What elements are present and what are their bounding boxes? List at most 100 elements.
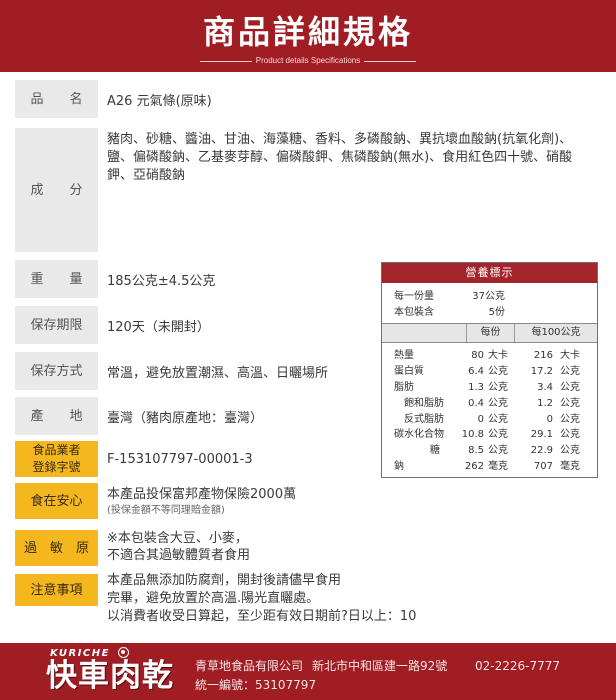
nutrition-row-fat: 脂肪 1.3 公克 3.4 公克 <box>382 380 597 396</box>
spec-value-name: A26 元氣條(原味) <box>107 93 212 109</box>
spec-label-origin: 產 地 <box>15 397 98 435</box>
serving-size-label: 每一份量 <box>394 291 434 302</box>
nutrition-row-protein: 蛋白質 6.4 公克 17.2 公克 <box>382 364 597 380</box>
nutrition-table: 營養標示 每一份量 37公克 本包裝含 5份 每份 每100公克 熱量 80 大… <box>381 262 598 478</box>
spec-value-storage: 常溫，避免放置潮濕、高溫、日曬場所 <box>107 365 329 381</box>
spec-label-notice: 注意事項 <box>15 574 98 606</box>
per-serving-value: 10.8 <box>461 429 484 440</box>
nutrition-title: 營養標示 <box>382 263 597 283</box>
per-100g-value: 3.4 <box>537 382 553 393</box>
per-100g-unit: 公克 <box>560 414 580 425</box>
spec-label-allergen: 過 敏 原 <box>15 530 98 566</box>
insurance-text: 本產品投保富邦產物保險2000萬 <box>107 487 297 502</box>
spec-row-name: 品 名 A26 元氣條(原味) <box>0 80 616 118</box>
per-100g-unit: 公克 <box>560 398 580 409</box>
subtitle-line-right <box>364 60 416 62</box>
subtitle-rule: Product details Specifications <box>200 55 416 67</box>
servings-label: 本包裝含 <box>394 307 434 318</box>
company-name: 青草地食品有限公司 <box>195 659 304 673</box>
nutrition-column-header: 每份 每100公克 <box>382 324 597 342</box>
spec-row-notice: 注意事項 本產品無添加防腐劑，開封後請儘早食用 完畢，避免放置於高溫.陽光直曬處… <box>0 573 616 624</box>
per-serving-value: 0 <box>477 414 484 425</box>
nutrition-divider <box>382 342 597 343</box>
per-100g-value: 216 <box>533 350 553 361</box>
nutrient-name: 飽和脂肪 <box>404 398 444 409</box>
per-serving-unit: 公克 <box>488 445 508 456</box>
per-serving-value: 8.5 <box>468 445 484 456</box>
per-100g-value: 17.2 <box>530 366 553 377</box>
nutrient-name: 熱量 <box>394 350 414 361</box>
per-100g-unit: 大卡 <box>560 350 580 361</box>
per-serving-unit: 公克 <box>488 366 508 377</box>
per-100g-unit: 公克 <box>560 429 580 440</box>
per-100g-value: 1.2 <box>537 398 553 409</box>
page-title: 商品詳細規格 <box>202 13 413 51</box>
per-serving-value: 0.4 <box>468 398 484 409</box>
serving-size-row: 每一份量 37公克 <box>382 289 597 305</box>
per-serving-unit: 大卡 <box>488 350 508 361</box>
per-serving-unit: 公克 <box>488 398 508 409</box>
nutrient-name: 糖 <box>430 445 440 456</box>
per-serving-value: 1.3 <box>468 382 484 393</box>
allergen-line: ※本包裝含大豆、小麥， <box>107 531 248 546</box>
per-100g-unit: 公克 <box>560 382 580 393</box>
nutrition-row-sodium: 鈉 262 毫克 707 毫克 <box>382 459 597 475</box>
notice-line: 本產品無添加防腐劑，開封後請儘早食用 <box>107 573 342 588</box>
spec-value-ingredients: 豬肉、砂糖、醬油、甘油、海藻糖、香料、多磷酸鈉、異抗壞血酸鈉(抗氧化劑)、鹽、偏… <box>107 132 573 183</box>
nutrient-name: 蛋白質 <box>394 366 424 377</box>
spec-value-weight: 185公克±4.5公克 <box>107 273 216 289</box>
spec-row-allergen: 過 敏 原 ※本包裝含大豆、小麥， 不適合其過敏體質者食用 <box>0 530 616 566</box>
per-100g-value: 22.9 <box>530 445 553 456</box>
company-tax-id: 統一編號：53107797 <box>195 678 317 692</box>
column-per-serving: 每份 <box>466 324 514 342</box>
brand-logo-zh: 快車肉乾 <box>46 658 174 694</box>
nutrition-row-sugar: 糖 8.5 公克 22.9 公克 <box>382 443 597 459</box>
per-100g-value: 29.1 <box>530 429 553 440</box>
nutrition-row-trans-fat: 反式脂肪 0 公克 0 公克 <box>382 412 597 428</box>
per-serving-unit: 公克 <box>488 414 508 425</box>
nutrient-name: 反式脂肪 <box>404 414 444 425</box>
notice-line: 以消費者收受日算起，至少距有效日期前?日以上：10 <box>107 609 417 624</box>
per-100g-unit: 公克 <box>560 366 580 377</box>
spec-row-ingredients: 成 分 豬肉、砂糖、醬油、甘油、海藻糖、香料、多磷酸鈉、異抗壞血酸鈉(抗氧化劑)… <box>0 128 616 252</box>
spec-label-shelf-life: 保存期限 <box>15 306 98 344</box>
nutrition-row-energy: 熱量 80 大卡 216 大卡 <box>382 348 597 364</box>
column-per-100g: 每100公克 <box>514 324 597 342</box>
nutrition-row-carbohydrate: 碳水化合物 10.8 公克 29.1 公克 <box>382 427 597 443</box>
page-footer: KURICHE 快車肉乾 青草地食品有限公司 新北市中和區建一路92號 02-2… <box>0 643 616 700</box>
allergen-line: 不適合其過敏體質者食用 <box>107 548 251 563</box>
spec-value-origin: 臺灣（豬肉原產地：臺灣） <box>107 410 264 426</box>
spec-label-weight: 重 量 <box>15 260 98 298</box>
per-serving-value: 80 <box>471 350 484 361</box>
spec-value-allergen: ※本包裝含大豆、小麥， 不適合其過敏體質者食用 <box>107 530 250 564</box>
spec-label-name: 品 名 <box>15 80 98 118</box>
spec-label-insurance: 食在安心 <box>15 483 98 519</box>
per-serving-unit: 毫克 <box>488 461 508 472</box>
spec-label-ingredients: 成 分 <box>15 128 98 252</box>
spec-value-shelf-life: 120天（未開封） <box>107 319 210 335</box>
nutrient-name: 脂肪 <box>394 382 414 393</box>
nutrition-row-saturated-fat: 飽和脂肪 0.4 公克 1.2 公克 <box>382 396 597 412</box>
page-header: 商品詳細規格 Product details Specifications <box>0 0 616 72</box>
notice-line: 完畢，避免放置於高溫.陽光直曬處。 <box>107 591 320 606</box>
subtitle-line-left <box>200 60 252 62</box>
nutrient-name: 碳水化合物 <box>394 429 444 440</box>
spec-row-insurance: 食在安心 本產品投保富邦產物保險2000萬 (投保金額不等同理賠金額) <box>0 483 616 519</box>
per-100g-unit: 毫克 <box>560 461 580 472</box>
logo-emblem-icon <box>118 647 129 658</box>
spec-label-registration: 食品業者登錄字號 <box>15 441 98 477</box>
per-serving-unit: 公克 <box>488 429 508 440</box>
spec-value-notice: 本產品無添加防腐劑，開封後請儘早食用 完畢，避免放置於高溫.陽光直曬處。 以消費… <box>107 572 416 626</box>
per-100g-unit: 公克 <box>560 445 580 456</box>
per-serving-value: 262 <box>464 461 484 472</box>
spec-value-registration: F-153107797-00001-3 <box>107 451 253 467</box>
spec-value-insurance: 本產品投保富邦產物保險2000萬 (投保金額不等同理賠金額) <box>107 486 296 518</box>
serving-size-value: 37公克 <box>472 291 505 302</box>
spec-label-storage: 保存方式 <box>15 352 98 390</box>
per-serving-unit: 公克 <box>488 382 508 393</box>
servings-value: 5份 <box>488 307 505 318</box>
per-serving-value: 6.4 <box>468 366 484 377</box>
page-subtitle: Product details Specifications <box>255 56 361 65</box>
company-address: 新北市中和區建一路92號 <box>312 659 448 673</box>
nutrient-name: 鈉 <box>394 461 404 472</box>
